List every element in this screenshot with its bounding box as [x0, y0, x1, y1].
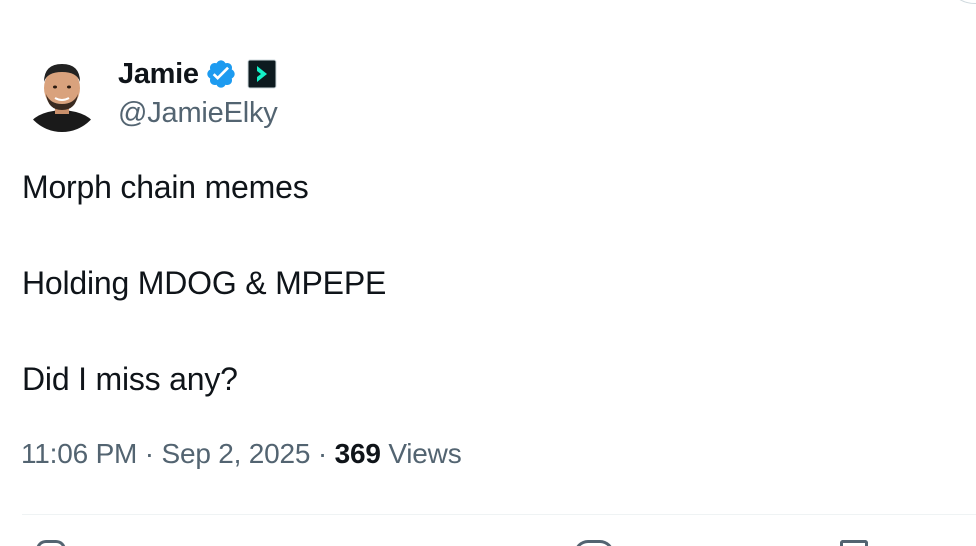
author-handle[interactable]: @JamieElky [118, 97, 278, 130]
tweet-text-line: Holding MDOG & MPEPE [22, 265, 387, 301]
bookmark-icon[interactable] [840, 540, 868, 546]
like-icon[interactable] [574, 540, 614, 546]
views-count[interactable]: 369 [335, 438, 381, 469]
tweet-text-line: Did I miss any? [22, 361, 238, 397]
verified-check-icon[interactable] [205, 58, 237, 90]
meta-separator: · [137, 438, 162, 469]
avatar[interactable] [22, 52, 102, 132]
views-label[interactable]: Views [388, 438, 461, 469]
tweet-date[interactable]: Sep 2, 2025 [161, 438, 310, 469]
display-name[interactable]: Jamie [118, 58, 199, 91]
author-names: Jamie @JamieElky [118, 55, 278, 130]
chevron-right-badge-icon[interactable] [247, 59, 277, 89]
divider [22, 514, 976, 515]
tweet-header: Jamie @JamieElky [22, 52, 278, 132]
meta-separator: · [310, 438, 335, 469]
tweet-text-line: Morph chain memes [22, 169, 309, 205]
tweet-meta: 11:06 PM · Sep 2, 2025 · 369 Views [21, 438, 462, 470]
reply-icon[interactable] [36, 540, 66, 546]
name-row: Jamie [118, 55, 278, 93]
tweet-time[interactable]: 11:06 PM [21, 438, 137, 469]
tweet-detail: Jamie @JamieElky Morph chain memes Holdi… [0, 0, 976, 546]
more-options-button[interactable] [944, 0, 976, 4]
